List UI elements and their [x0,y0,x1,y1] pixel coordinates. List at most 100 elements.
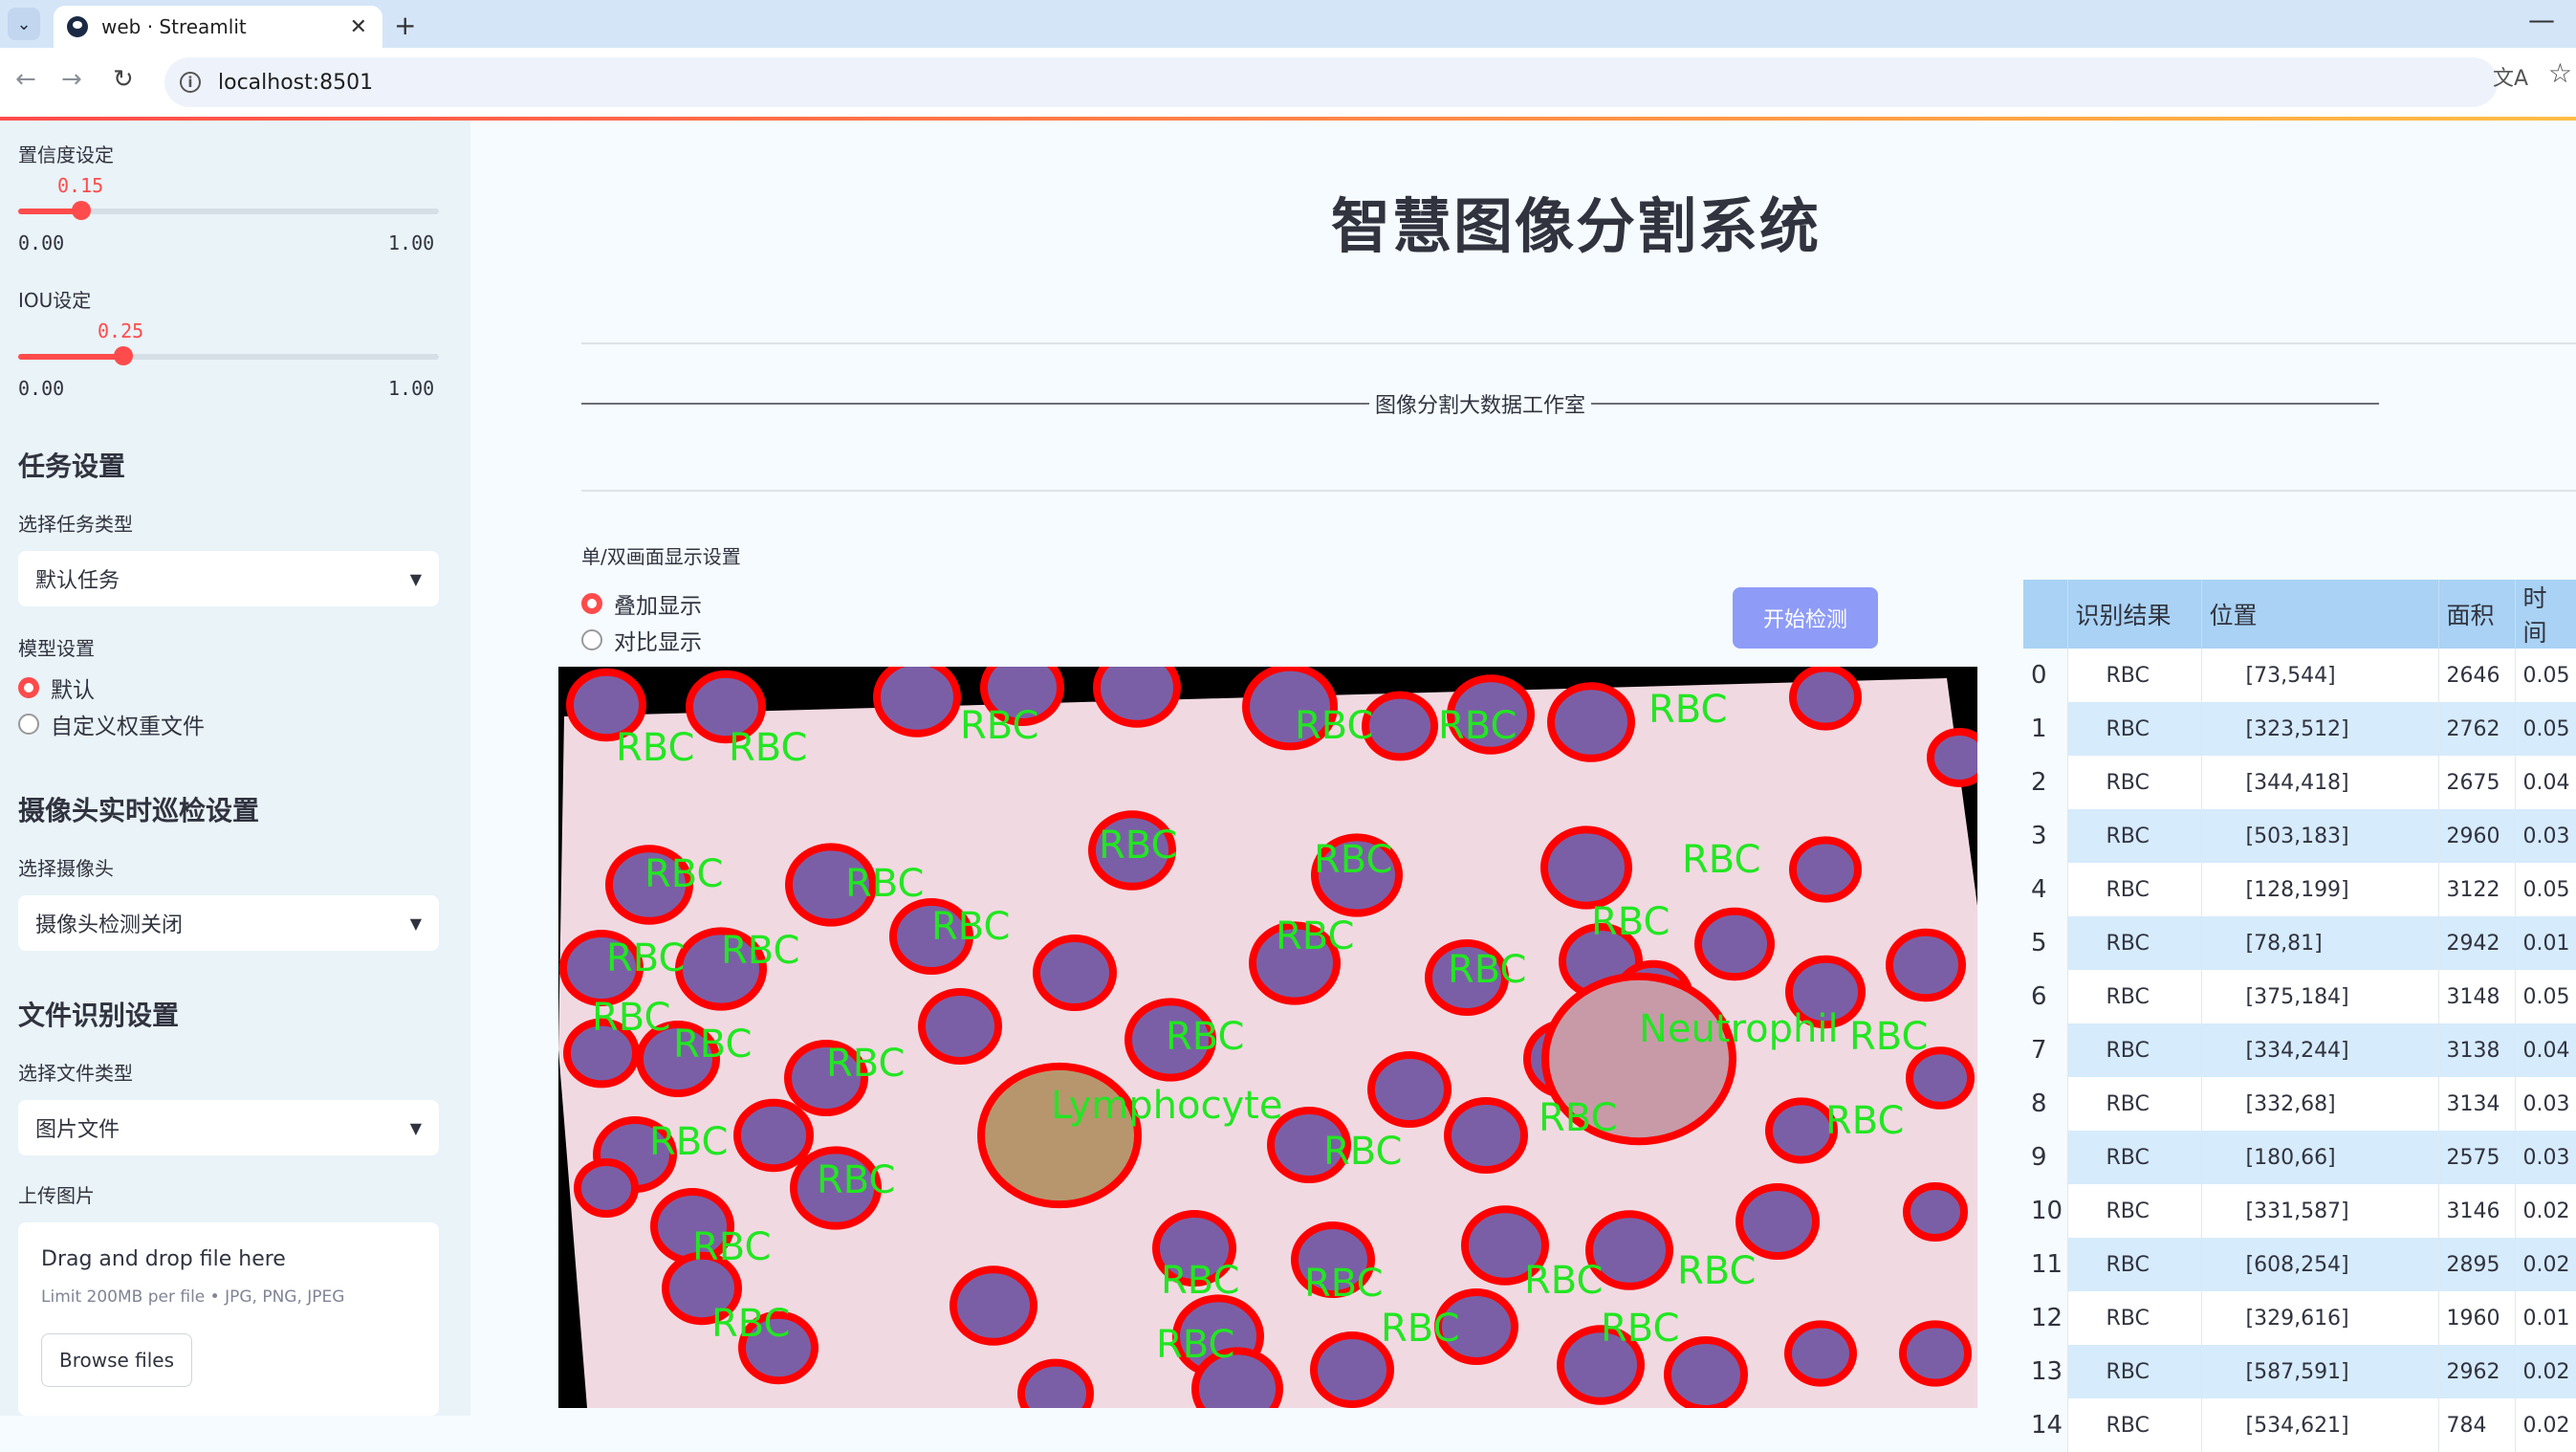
model-option-default[interactable]: 默认 [18,671,95,704]
task-type-select[interactable]: 默认任务 ▼ [18,551,439,606]
detection-label: RBC [692,1225,771,1269]
table-cell: 2895 [2438,1238,2516,1291]
table-row[interactable]: 10 RBC [331,587] 3146 0.02 [2023,1184,2576,1238]
table-row[interactable]: 8 RBC [332,68] 3134 0.03 [2023,1077,2576,1131]
back-arrow-icon[interactable]: ← [15,65,36,94]
table-cell: [332,68] [2201,1077,2439,1131]
detection-label: RBC [1539,1096,1617,1140]
table-cell: 2646 [2438,649,2516,702]
browser-toolbar: ← → ↻ i localhost:8501 文A ☆ [0,48,2576,118]
translate-icon[interactable]: 文A [2493,61,2528,92]
browse-files-button[interactable]: Browse files [41,1333,192,1387]
iou-slider-thumb[interactable] [114,346,133,365]
radio-unselected-icon[interactable] [581,629,602,650]
column-header[interactable] [2023,580,2068,649]
iou-value: 0.25 [98,319,144,342]
radio-selected-icon[interactable] [581,593,602,614]
start-detection-button[interactable]: 开始检测 [1733,587,1878,649]
table-cell: 2 [2023,756,2068,809]
table-row[interactable]: 4 RBC [128,199] 3122 0.05 [2023,863,2576,916]
detection-label: RBC [1438,704,1517,748]
camera-select[interactable]: 摄像头检测关闭 ▼ [18,895,439,951]
rbc-cell-outline [1033,935,1117,1011]
table-row[interactable]: 12 RBC [329,616] 1960 0.01 [2023,1291,2576,1345]
detection-label: RBC [1448,948,1526,992]
site-info-icon[interactable]: i [180,72,201,93]
table-cell: 0.04 [2515,1023,2576,1077]
table-cell: 0.02 [2515,1398,2576,1452]
table-row[interactable]: 14 RBC [534,621] 784 0.02 [2023,1398,2576,1452]
bookmark-star-icon[interactable]: ☆ [2548,57,2572,89]
table-cell: RBC [2067,1398,2202,1452]
table-cell: 3138 [2438,1023,2516,1077]
table-cell: RBC [2067,1238,2202,1291]
address-bar[interactable]: i localhost:8501 [164,57,2498,107]
detection-result-image: RBC RBC RBC RBC RBC RBC RBC RBC RBC RBC RBC RBC RBC R… [558,667,1977,1408]
table-row[interactable]: 11 RBC [608,254] 2895 0.02 [2023,1238,2576,1291]
display-option-label: 对比显示 [614,630,702,655]
display-option-compare[interactable]: 对比显示 [581,624,702,656]
file-type-label: 选择文件类型 [18,1062,133,1085]
rbc-cell-outline [1310,1331,1394,1408]
table-row[interactable]: 13 RBC [587,591] 2962 0.02 [2023,1345,2576,1398]
file-dropzone[interactable]: Drag and drop file here Limit 200MB per … [18,1222,439,1416]
radio-selected-icon[interactable] [18,677,39,698]
browser-tab[interactable]: web · Streamlit ✕ [54,6,382,48]
table-cell: 0.01 [2515,1291,2576,1345]
iou-slider[interactable] [18,346,439,365]
detection-label: RBC [711,1302,790,1346]
table-row[interactable]: 1 RBC [323,512] 2762 0.05 [2023,702,2576,756]
dash-line [1591,403,2379,405]
new-tab-icon[interactable]: + [394,10,416,41]
divider [581,490,2576,492]
column-header[interactable]: 时间 [2515,580,2576,649]
model-option-custom[interactable]: 自定义权重文件 [18,708,205,740]
table-row[interactable]: 6 RBC [375,184] 3148 0.05 [2023,970,2576,1023]
tab-close-icon[interactable]: ✕ [350,15,367,39]
table-cell: [587,591] [2201,1345,2439,1398]
table-cell: 0.05 [2515,970,2576,1023]
reload-icon[interactable]: ↻ [113,65,134,94]
radio-unselected-icon[interactable] [18,714,39,735]
table-cell: 2675 [2438,756,2516,809]
table-row[interactable]: 3 RBC [503,183] 2960 0.03 [2023,809,2576,863]
detection-label: RBC [673,1023,752,1067]
column-header[interactable]: 位置 [2201,580,2439,649]
rbc-cell-outline [1362,691,1438,761]
column-header[interactable]: 面积 [2438,580,2516,649]
window-minimize-icon[interactable]: — [2528,4,2555,35]
rbc-cell-outline [1017,1358,1094,1408]
display-option-overlay[interactable]: 叠加显示 [581,587,702,620]
detection-label: RBC [1314,838,1392,882]
iou-min: 0.00 [18,377,65,400]
table-row[interactable]: 0 RBC [73,544] 2646 0.05 [2023,649,2576,702]
detection-label: RBC [845,862,924,906]
url-text: localhost:8501 [218,70,374,95]
table-cell: [608,254] [2201,1238,2439,1291]
detection-label: RBC [1849,1015,1928,1059]
file-type-select[interactable]: 图片文件 ▼ [18,1100,439,1155]
table-row[interactable]: 2 RBC [344,418] 2675 0.04 [2023,756,2576,809]
table-cell: 2575 [2438,1131,2516,1184]
detection-label: RBC [1825,1099,1904,1143]
table-row[interactable]: 5 RBC [78,81] 2942 0.01 [2023,916,2576,970]
table-cell: [329,616] [2201,1291,2439,1345]
detection-label: RBC [1304,1262,1383,1306]
table-row[interactable]: 7 RBC [334,244] 3138 0.04 [2023,1023,2576,1077]
rbc-cell-outline [574,1158,639,1218]
dropzone-title: Drag and drop file here [41,1247,286,1271]
table-cell: 0.05 [2515,649,2576,702]
forward-arrow-icon[interactable]: → [61,65,82,94]
detection-label: RBC [606,936,685,980]
confidence-slider[interactable] [18,201,439,220]
rbc-cell-outline [1784,1320,1857,1387]
detection-label: RBC [649,1120,728,1164]
table-row[interactable]: 9 RBC [180,66] 2575 0.03 [2023,1131,2576,1184]
file-settings-header: 文件识别设置 [18,1000,180,1031]
results-table: 识别结果 位置 面积 时间 0 RBC [73,544] 2646 0.05 1 RBC [3… [2023,580,2576,1452]
table-cell: 5 [2023,916,2068,970]
confidence-slider-thumb[interactable] [72,201,91,220]
tab-search-chevron-icon[interactable]: ⌄ [8,8,40,40]
studio-banner: 图像分割大数据工作室 [581,388,2379,419]
column-header[interactable]: 识别结果 [2067,580,2202,649]
